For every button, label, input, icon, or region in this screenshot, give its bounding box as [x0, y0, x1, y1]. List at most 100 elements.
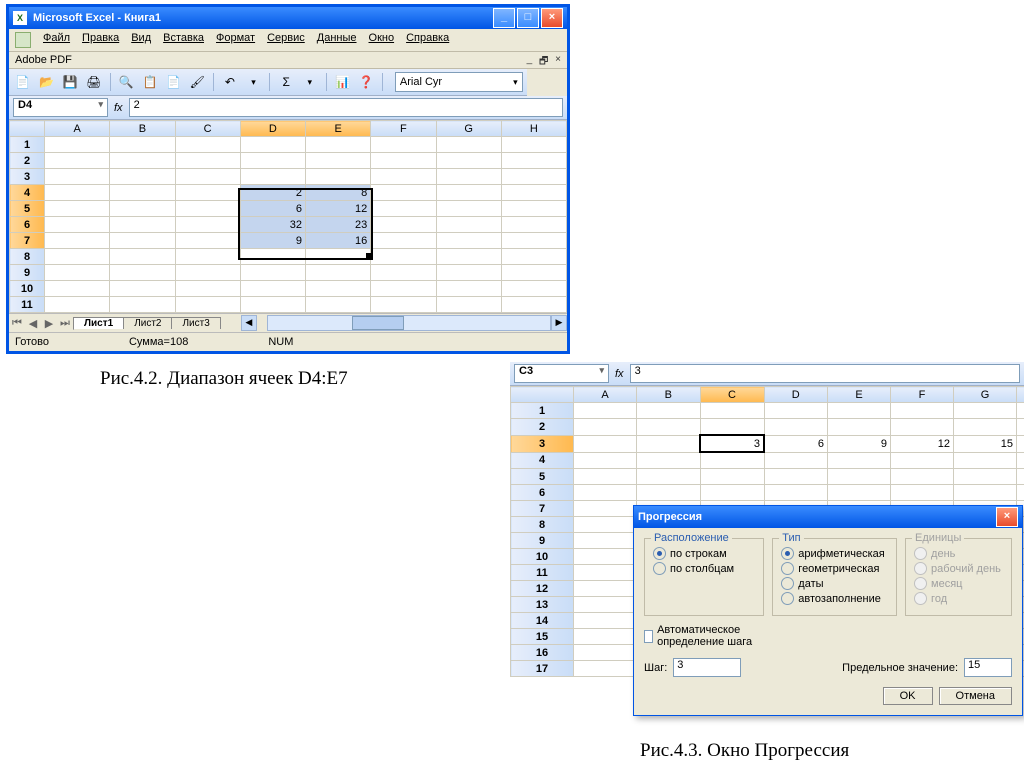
- menu-file[interactable]: Файл: [43, 32, 70, 48]
- menu-format[interactable]: Формат: [216, 32, 255, 48]
- maximize-button[interactable]: □: [517, 8, 539, 28]
- cell-D3[interactable]: 6: [764, 435, 828, 452]
- radio-autofill[interactable]: [781, 592, 794, 605]
- print-icon[interactable]: 🖨: [84, 72, 104, 92]
- select-all-corner-2[interactable]: [511, 387, 574, 403]
- col-B[interactable]: B: [110, 121, 175, 137]
- copy-icon[interactable]: 📋: [140, 72, 160, 92]
- format-painter-icon[interactable]: 🖌: [187, 72, 207, 92]
- radio-by-rows[interactable]: [653, 547, 666, 560]
- cell-E5[interactable]: 12: [306, 201, 371, 217]
- hscroll-right[interactable]: ▶: [551, 315, 567, 331]
- fx-label-2[interactable]: fx: [615, 368, 624, 380]
- cell-G3[interactable]: 15: [954, 435, 1017, 452]
- row-3[interactable]: 3: [10, 169, 45, 185]
- menu-help[interactable]: Справка: [406, 32, 449, 48]
- menu-data[interactable]: Данные: [317, 32, 357, 48]
- help-icon[interactable]: ❓: [356, 72, 376, 92]
- limit-input[interactable]: 15: [964, 658, 1012, 677]
- titlebar[interactable]: X Microsoft Excel - Книга1 _ □ ×: [9, 7, 567, 29]
- sheet-tab-2[interactable]: Лист2: [123, 317, 172, 329]
- doc-close-button[interactable]: ×: [555, 54, 561, 71]
- cell-E7[interactable]: 16: [306, 233, 371, 249]
- col2-D[interactable]: D: [764, 387, 828, 403]
- new-icon[interactable]: 📄: [13, 72, 33, 92]
- dialog-close-button[interactable]: ×: [996, 507, 1018, 527]
- autosum-icon[interactable]: Σ: [276, 72, 296, 92]
- horizontal-scrollbar[interactable]: [267, 315, 551, 331]
- col-E[interactable]: E: [306, 121, 371, 137]
- close-button[interactable]: ×: [541, 8, 563, 28]
- col2-F[interactable]: F: [891, 387, 954, 403]
- auto-step-checkbox[interactable]: [644, 630, 653, 643]
- col2-A[interactable]: A: [574, 387, 637, 403]
- col-D[interactable]: D: [240, 121, 305, 137]
- formula-bar-2[interactable]: 3: [630, 364, 1020, 383]
- radio-by-cols[interactable]: [653, 562, 666, 575]
- cancel-button[interactable]: Отмена: [939, 687, 1012, 705]
- formula-bar[interactable]: 2: [129, 98, 563, 117]
- cell-D5[interactable]: 6: [240, 201, 305, 217]
- col2-C[interactable]: C: [700, 387, 764, 403]
- row-2[interactable]: 2: [10, 153, 45, 169]
- row-1[interactable]: 1: [10, 137, 45, 153]
- col2-H[interactable]: H: [1017, 387, 1024, 403]
- print-preview-icon[interactable]: 🔍: [117, 72, 137, 92]
- menu-tools[interactable]: Сервис: [267, 32, 305, 48]
- step-input[interactable]: 3: [673, 658, 741, 677]
- cell-C3[interactable]: 3: [700, 435, 764, 452]
- cell-D4[interactable]: 2: [240, 185, 305, 201]
- tab-nav-prev[interactable]: ◀: [25, 317, 41, 330]
- undo-icon[interactable]: ↶: [220, 72, 240, 92]
- row-4[interactable]: 4: [10, 185, 45, 201]
- tab-nav-first[interactable]: ⏮: [9, 317, 25, 330]
- cell-D7[interactable]: 9: [240, 233, 305, 249]
- fx-label[interactable]: fx: [114, 102, 123, 114]
- tab-nav-next[interactable]: ▶: [41, 317, 57, 330]
- col2-G[interactable]: G: [954, 387, 1017, 403]
- font-select[interactable]: Arial Cyr ▾: [395, 72, 523, 92]
- worksheet-grid[interactable]: A B C D E F G H 1 2 3 428 5612 63223 791…: [9, 120, 567, 313]
- chart-icon[interactable]: 📊: [333, 72, 353, 92]
- menu-window[interactable]: Окно: [369, 32, 395, 48]
- row-7[interactable]: 7: [10, 233, 45, 249]
- doc-restore-button[interactable]: 🗗: [539, 54, 548, 71]
- cell-E3[interactable]: 9: [828, 435, 891, 452]
- menu-insert[interactable]: Вставка: [163, 32, 204, 48]
- name-box[interactable]: D4 ▾: [13, 98, 108, 117]
- radio-geometric[interactable]: [781, 562, 794, 575]
- row-8[interactable]: 8: [10, 249, 45, 265]
- cell-E6[interactable]: 23: [306, 217, 371, 233]
- hscroll-left[interactable]: ◀: [241, 315, 257, 331]
- fill-handle[interactable]: [366, 253, 372, 259]
- col2-B[interactable]: B: [637, 387, 701, 403]
- col-F[interactable]: F: [371, 121, 436, 137]
- tab-nav-last[interactable]: ⏭: [57, 317, 73, 330]
- row-5[interactable]: 5: [10, 201, 45, 217]
- cell-D6[interactable]: 32: [240, 217, 305, 233]
- radio-dates[interactable]: [781, 577, 794, 590]
- col-G[interactable]: G: [436, 121, 501, 137]
- row-6[interactable]: 6: [10, 217, 45, 233]
- dialog-titlebar[interactable]: Прогрессия ×: [634, 506, 1022, 528]
- radio-arithmetic[interactable]: [781, 547, 794, 560]
- name-box-2[interactable]: C3 ▾: [514, 364, 609, 383]
- col-H[interactable]: H: [501, 121, 566, 137]
- minimize-button[interactable]: _: [493, 8, 515, 28]
- row-11[interactable]: 11: [10, 297, 45, 313]
- sheet-tab-3[interactable]: Лист3: [171, 317, 220, 329]
- row-9[interactable]: 9: [10, 265, 45, 281]
- ok-button[interactable]: OK: [883, 687, 933, 705]
- sheet-tab-1[interactable]: Лист1: [73, 317, 124, 329]
- open-icon[interactable]: 📂: [37, 72, 57, 92]
- undo-dropdown-icon[interactable]: ▾: [244, 72, 264, 92]
- col2-E[interactable]: E: [828, 387, 891, 403]
- col-C[interactable]: C: [175, 121, 240, 137]
- menu-view[interactable]: Вид: [131, 32, 151, 48]
- col-A[interactable]: A: [45, 121, 110, 137]
- cell-F3[interactable]: 12: [891, 435, 954, 452]
- select-all-corner[interactable]: [10, 121, 45, 137]
- row-10[interactable]: 10: [10, 281, 45, 297]
- save-icon[interactable]: 💾: [60, 72, 80, 92]
- cell-E4[interactable]: 8: [306, 185, 371, 201]
